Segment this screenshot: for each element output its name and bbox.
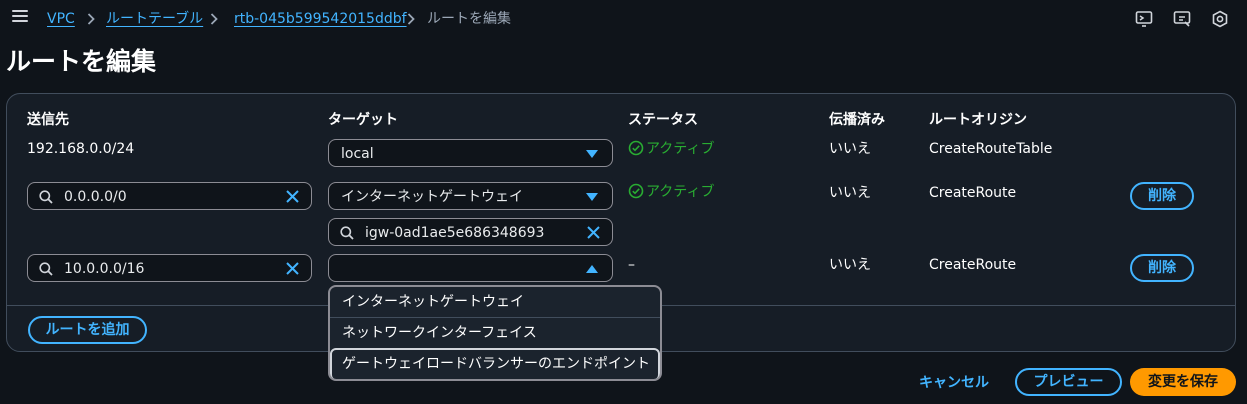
route-status: アクティブ [628,140,714,158]
check-circle-icon [628,140,644,156]
breadcrumb-vpc[interactable]: VPC [47,10,75,28]
destination-input[interactable]: 0.0.0.0/0 [27,182,312,210]
target-select-value: インターネットゲートウェイ [341,189,523,205]
column-destination: 送信先 [27,112,69,128]
route-propagated: いいえ [829,141,871,157]
menu-icon[interactable] [12,10,28,24]
screen-info-icon[interactable] [1173,10,1191,28]
clear-icon[interactable] [285,261,300,276]
route-origin: CreateRoute [929,185,1017,201]
caret-down-icon [586,193,598,201]
destination-input-value: 0.0.0.0/0 [64,189,127,205]
breadcrumb-current: ルートを編集 [427,11,511,27]
route-propagated: いいえ [829,257,871,273]
caret-down-icon [586,150,598,158]
route-origin: CreateRouteTable [929,141,1053,157]
settings-hex-icon[interactable] [1211,10,1229,28]
search-icon [39,262,53,276]
route-destination: 192.168.0.0/24 [27,141,135,157]
dropdown-option-internet-gateway[interactable]: インターネットゲートウェイ [330,287,660,317]
preview-button[interactable]: プレビュー [1015,368,1122,396]
page-title: ルートを編集 [6,47,157,76]
save-changes-button[interactable]: 変更を保存 [1130,368,1236,396]
chevron-right-icon [210,13,218,25]
target-select[interactable]: インターネットゲートウェイ [328,182,613,210]
column-propagated: 伝播済み [829,112,885,128]
route-status: アクティブ [628,183,714,201]
target-id-input[interactable]: igw-0ad1ae5e686348693 [328,218,613,246]
route-status: – [628,257,635,273]
cancel-button[interactable]: キャンセル [919,374,989,392]
destination-input[interactable]: 10.0.0.0/16 [27,254,312,282]
route-status-label: アクティブ [646,184,715,200]
route-origin: CreateRoute [929,257,1017,273]
target-select-open[interactable] [328,254,613,282]
caret-up-icon [586,265,598,273]
route-status-label: アクティブ [646,141,715,157]
clear-icon[interactable] [285,189,300,204]
destination-input-value: 10.0.0.0/16 [64,261,145,277]
target-id-value: igw-0ad1ae5e686348693 [365,225,545,241]
target-select[interactable]: local [328,139,613,167]
target-dropdown-menu: インターネットゲートウェイ ネットワークインターフェイス ゲートウェイロードバラ… [328,285,662,381]
check-circle-icon [628,183,644,199]
dropdown-option-network-interface[interactable]: ネットワークインターフェイス [330,318,660,348]
breadcrumb-route-tables[interactable]: ルートテーブル [106,10,203,28]
column-route-origin: ルートオリジン [929,112,1027,128]
column-target: ターゲット [328,112,398,128]
route-propagated: いいえ [829,185,871,201]
add-route-button[interactable]: ルートを追加 [28,316,147,344]
search-icon [39,190,53,204]
chevron-right-icon [407,13,415,25]
column-status: ステータス [628,112,698,128]
focus-ring [330,348,660,379]
breadcrumb-route-table-id[interactable]: rtb-045b599542015ddbf [234,10,407,28]
remove-route-button[interactable]: 削除 [1130,254,1194,282]
target-select-value: local [341,146,374,162]
feedback-screen-icon[interactable] [1135,10,1153,28]
clear-icon[interactable] [586,225,601,240]
chevron-right-icon [87,13,95,25]
search-icon [340,226,354,240]
remove-route-button[interactable]: 削除 [1130,182,1194,210]
